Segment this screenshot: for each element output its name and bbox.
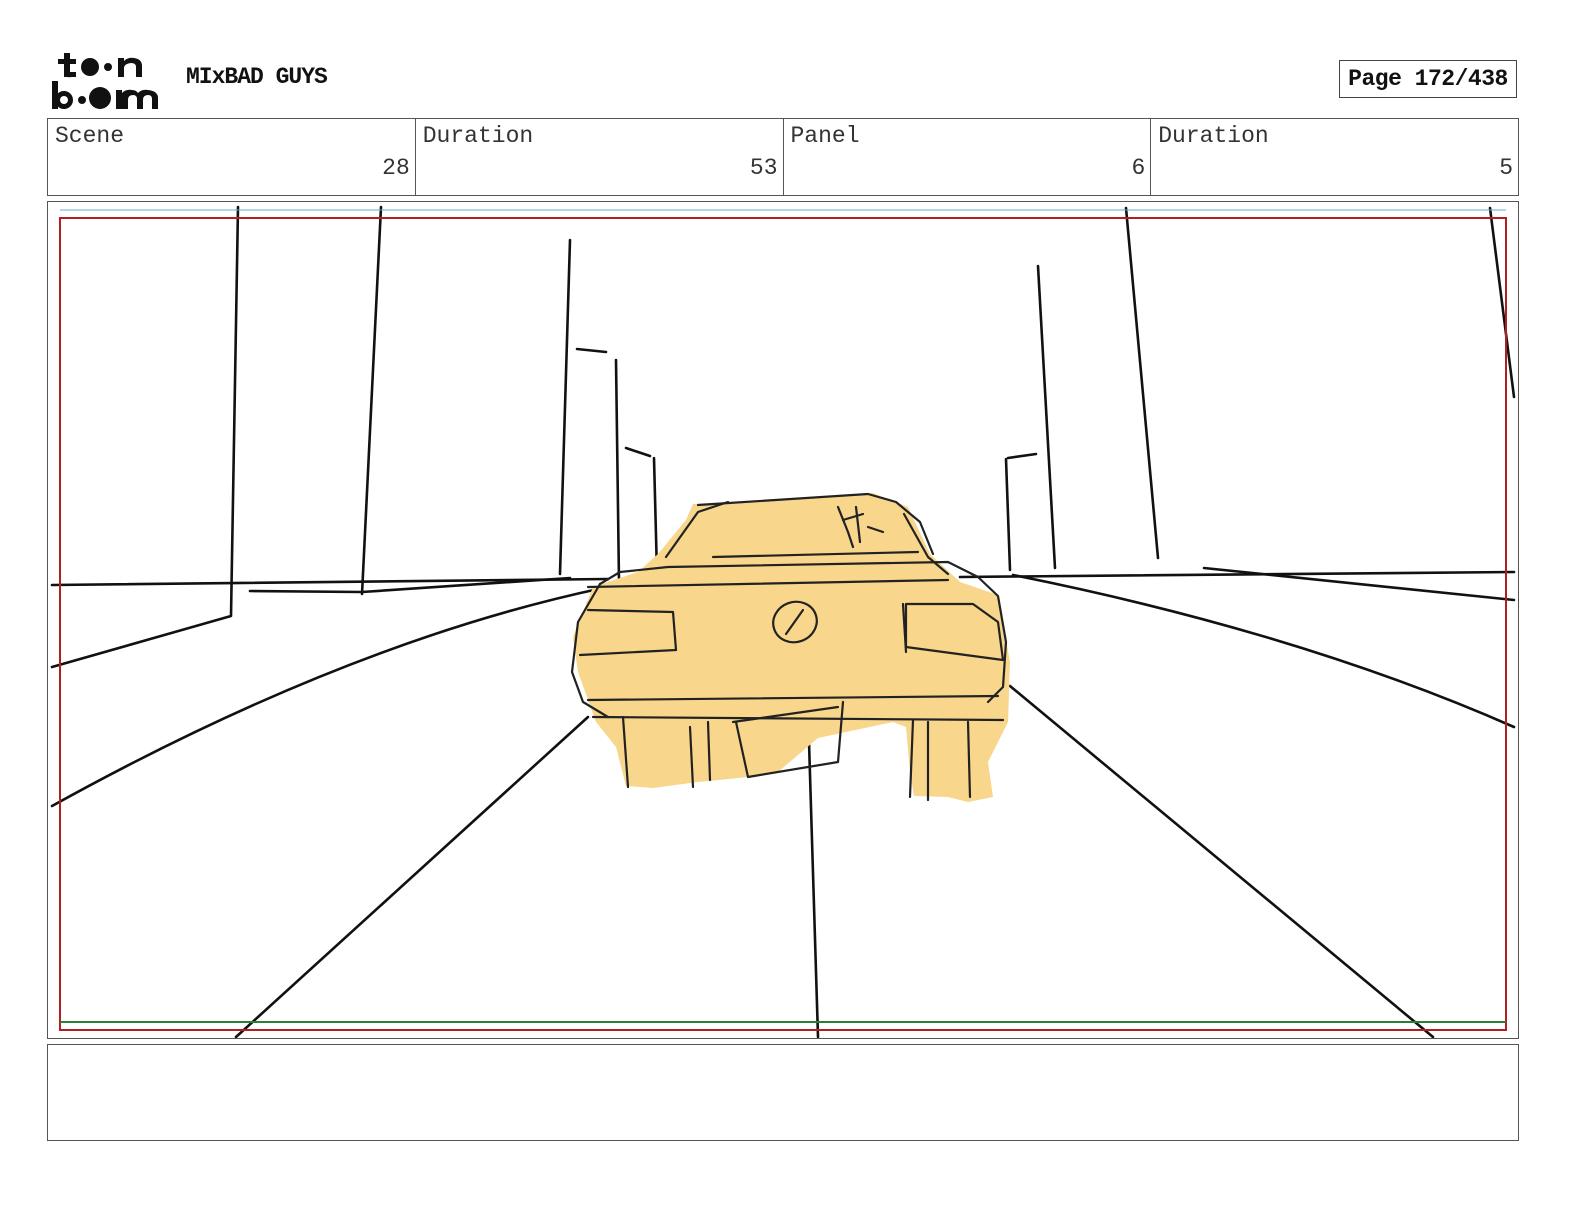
scene-cell: Scene 28 bbox=[48, 119, 416, 195]
panel-info-row: Scene 28 Duration 53 Panel 6 Duration 5 bbox=[47, 118, 1519, 196]
panel-notes-box bbox=[47, 1044, 1519, 1141]
scene-duration-value: 53 bbox=[749, 155, 778, 181]
page-indicator: Page 172/438 bbox=[1339, 60, 1517, 98]
panel-sketch bbox=[50, 205, 1516, 1038]
panel-duration-value: 5 bbox=[1499, 155, 1513, 181]
car-fill bbox=[573, 493, 1010, 802]
panel-value: 6 bbox=[1131, 155, 1146, 181]
scene-duration-cell: Duration 53 bbox=[416, 119, 784, 195]
panel-cell: Panel 6 bbox=[784, 119, 1152, 195]
scene-label: Scene bbox=[55, 123, 125, 149]
scene-duration-label: Duration bbox=[422, 123, 534, 149]
panel-duration-label: Duration bbox=[1158, 123, 1269, 149]
toon-boom-logo bbox=[50, 50, 164, 112]
project-title: MIxBAD GUYS bbox=[186, 64, 328, 90]
storyboard-panel bbox=[47, 201, 1519, 1039]
panel-duration-cell: Duration 5 bbox=[1151, 119, 1518, 195]
panel-label: Panel bbox=[790, 123, 860, 149]
scene-value: 28 bbox=[382, 155, 410, 181]
